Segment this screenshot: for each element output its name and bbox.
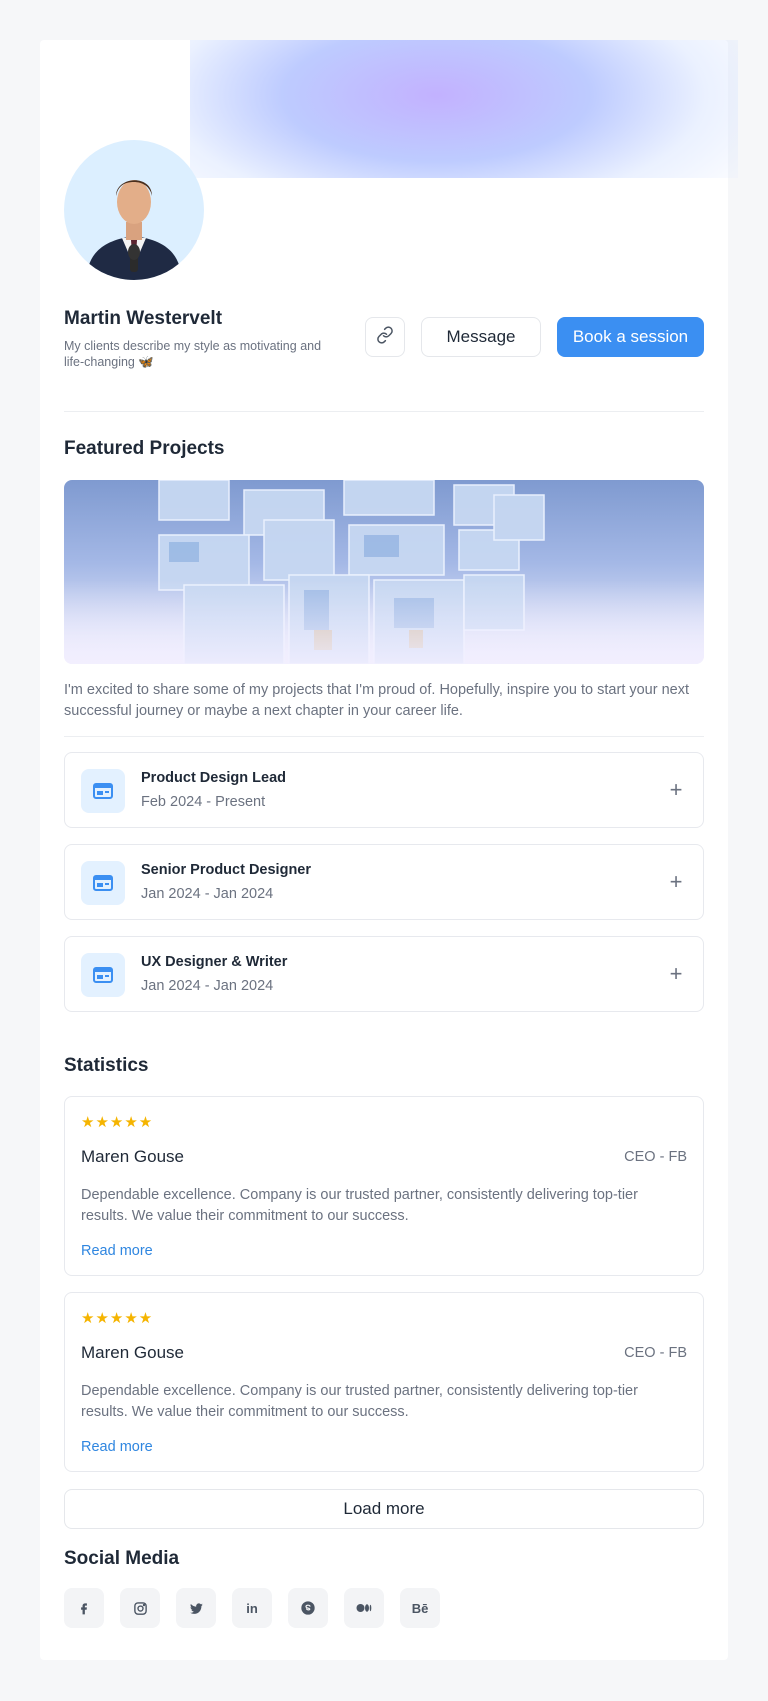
job-item[interactable]: Product Design Lead Feb 2024 - Present + [64,752,704,828]
review-card: ★★★★★ Maren Gouse CEO - FB Dependable ex… [64,1096,704,1276]
expand-plus-icon[interactable]: + [665,777,687,802]
linkedin-icon[interactable]: in [232,1588,272,1628]
job-title: UX Designer & Writer [141,954,288,970]
reviewer-name: Maren Gouse [81,1343,184,1362]
reviewer-name: Maren Gouse [81,1147,184,1166]
behance-icon[interactable]: Bē [400,1588,440,1628]
job-title: Product Design Lead [141,770,287,786]
expand-plus-icon[interactable]: + [665,869,687,894]
reviewer-role: CEO - FB [624,1149,687,1165]
job-item[interactable]: UX Designer & Writer Jan 2024 - Jan 2024… [64,936,704,1012]
facebook-icon[interactable] [64,1588,104,1628]
social-links: in Bē [64,1588,440,1628]
read-more-link[interactable]: Read more [81,1243,153,1259]
featured-projects-heading: Featured Projects [64,438,225,459]
cover-gradient [190,40,738,178]
star-rating: ★★★★★ [81,1114,154,1131]
profile-bio: My clients describe my style as motivati… [64,339,322,369]
job-dates: Jan 2024 - Jan 2024 [141,886,274,902]
profile-card: Martin Westervelt My clients describe my… [40,40,738,1660]
projects-intro: I'm excited to share some of my projects… [64,682,690,719]
social-media-heading: Social Media [64,1548,180,1569]
medium-icon[interactable] [344,1588,384,1628]
divider [64,411,704,412]
statistics-heading: Statistics [64,1055,149,1076]
copy-link-button[interactable] [365,317,405,357]
instagram-icon[interactable] [120,1588,160,1628]
load-more-button[interactable]: Load more [64,1489,704,1529]
briefcase-icon [81,953,125,997]
star-rating: ★★★★★ [81,1310,154,1327]
job-title: Senior Product Designer [141,862,312,878]
job-dates: Jan 2024 - Jan 2024 [141,978,274,994]
profile-name: Martin Westervelt [64,308,223,329]
review-text: Dependable excellence. Company is our tr… [81,1383,638,1420]
divider [64,736,704,737]
avatar [64,140,204,280]
expand-plus-icon[interactable]: + [665,961,687,986]
featured-project-banner[interactable] [64,480,704,664]
review-card: ★★★★★ Maren Gouse CEO - FB Dependable ex… [64,1292,704,1472]
briefcase-icon [81,861,125,905]
twitter-icon[interactable] [176,1588,216,1628]
job-dates: Feb 2024 - Present [141,794,266,810]
message-button[interactable]: Message [421,317,541,357]
job-item[interactable]: Senior Product Designer Jan 2024 - Jan 2… [64,844,704,920]
read-more-link[interactable]: Read more [81,1439,153,1455]
reviewer-role: CEO - FB [624,1345,687,1361]
review-text: Dependable excellence. Company is our tr… [81,1187,638,1224]
link-icon [376,325,394,349]
briefcase-icon [81,769,125,813]
skype-icon[interactable] [288,1588,328,1628]
book-session-button[interactable]: Book a session [557,317,704,357]
